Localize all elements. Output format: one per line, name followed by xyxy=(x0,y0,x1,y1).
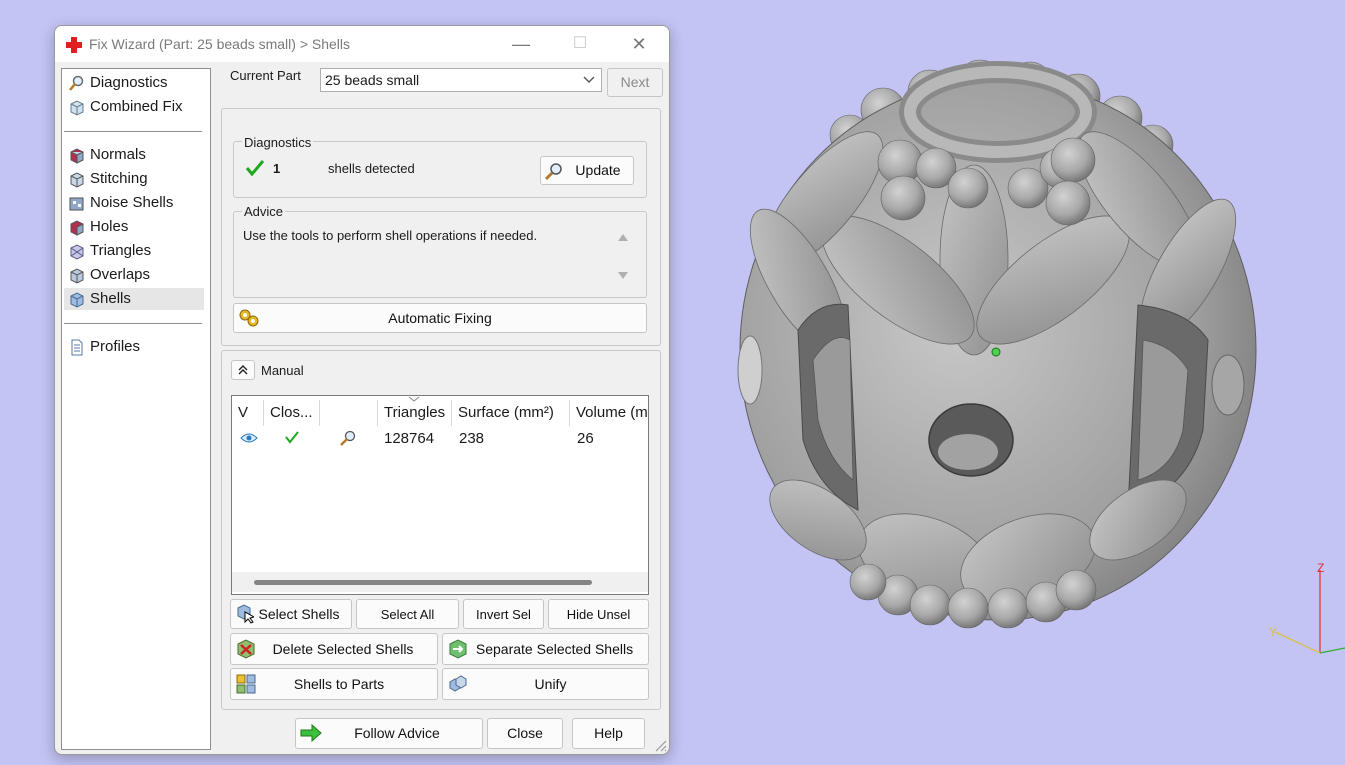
title-bar[interactable]: Fix Wizard (Part: 25 beads small) > Shel… xyxy=(55,26,669,62)
diagnostics-title: Diagnostics xyxy=(242,135,314,150)
cell-volume: 26 xyxy=(577,430,594,447)
unify-button[interactable]: Unify xyxy=(442,668,649,700)
follow-advice-button[interactable]: Follow Advice xyxy=(295,718,483,749)
sidebar-item-triangles[interactable]: Triangles xyxy=(64,240,204,262)
chevron-down-icon xyxy=(583,76,595,83)
sidebar-item-profiles[interactable]: Profiles xyxy=(64,336,204,358)
sidebar-item-holes[interactable]: Holes xyxy=(64,216,204,238)
column-header-detail[interactable] xyxy=(320,400,378,426)
maximize-button[interactable]: ☐ xyxy=(562,32,598,56)
column-header-closed[interactable]: Clos... xyxy=(264,400,320,426)
chevron-up-icon xyxy=(238,365,248,375)
separate-selected-shells-button[interactable]: Separate Selected Shells xyxy=(442,633,649,665)
magnifier-icon xyxy=(544,163,562,181)
sidebar-item-label: Normals xyxy=(90,146,146,163)
check-icon xyxy=(245,160,265,177)
red-cross-icon xyxy=(66,37,82,53)
noise-shells-icon xyxy=(69,197,84,211)
sidebar-item-noise-shells[interactable]: Noise Shells xyxy=(64,192,204,214)
delete-selected-shells-button[interactable]: Delete Selected Shells xyxy=(230,633,438,665)
document-icon xyxy=(71,339,83,356)
sort-indicator-icon xyxy=(408,396,420,402)
sidebar-item-combined-fix[interactable]: Combined Fix xyxy=(64,96,204,118)
column-header-surface[interactable]: Surface (mm²) xyxy=(452,400,570,426)
wizard-sidebar: Diagnostics Combined Fix Normals Stitchi… xyxy=(61,68,211,750)
overlaps-icon xyxy=(70,268,84,284)
shells-icon xyxy=(70,292,84,308)
shells-to-parts-button[interactable]: Shells to Parts xyxy=(230,668,438,700)
sidebar-item-label: Noise Shells xyxy=(90,194,174,211)
axis-gizmo: Z Y xyxy=(1269,561,1345,654)
column-header-volume[interactable]: Volume (m xyxy=(570,400,648,426)
current-part-value: 25 beads small xyxy=(325,72,420,88)
sidebar-item-label: Stitching xyxy=(90,170,148,187)
shells-table: V Clos... Triangles Surface (mm²) Volume… xyxy=(231,395,649,595)
sidebar-item-label: Diagnostics xyxy=(90,74,168,91)
column-header-visible[interactable]: V xyxy=(232,400,264,426)
resize-grip-icon[interactable] xyxy=(653,738,667,752)
diagnostics-status: shells detected xyxy=(328,161,415,176)
manual-title: Manual xyxy=(261,363,304,378)
minimize-button[interactable]: — xyxy=(503,32,539,56)
cell-triangles: 128764 xyxy=(384,430,435,447)
column-header-triangles[interactable]: Triangles xyxy=(378,400,452,426)
horizontal-scrollbar[interactable] xyxy=(232,572,648,592)
fix-wizard-window: Fix Wizard (Part: 25 beads small) > Shel… xyxy=(54,25,670,755)
normals-icon xyxy=(70,148,84,164)
sidebar-item-label: Overlaps xyxy=(90,266,151,283)
sidebar-item-diagnostics[interactable]: Diagnostics xyxy=(64,72,204,94)
bead-model[interactable] xyxy=(668,0,1345,765)
automatic-fixing-button[interactable]: Automatic Fixing xyxy=(233,303,647,333)
sidebar-item-label: Shells xyxy=(90,290,131,307)
viewport[interactable]: Z Y xyxy=(668,0,1345,765)
sidebar-divider xyxy=(64,131,202,132)
table-row[interactable]: 128764 238 26 xyxy=(232,426,648,450)
advice-title: Advice xyxy=(242,204,286,219)
triangles-icon xyxy=(70,244,84,260)
check-icon xyxy=(285,431,299,444)
close-button[interactable]: Close xyxy=(487,718,563,749)
sidebar-item-normals[interactable]: Normals xyxy=(64,144,204,166)
axis-label-y: Y xyxy=(1269,625,1277,639)
magnifier-icon[interactable] xyxy=(339,429,357,447)
sidebar-item-label: Triangles xyxy=(90,242,152,259)
magnifier-icon xyxy=(69,75,84,91)
selection-point xyxy=(991,347,1001,357)
sidebar-item-overlaps[interactable]: Overlaps xyxy=(64,264,204,286)
window-title: Fix Wizard (Part: 25 beads small) > Shel… xyxy=(89,36,351,52)
scrollbar-thumb[interactable] xyxy=(254,580,592,585)
eye-icon[interactable] xyxy=(240,432,258,444)
select-shells-button[interactable]: Select Shells xyxy=(230,599,352,629)
sidebar-item-label: Holes xyxy=(90,218,129,235)
axis-label-z: Z xyxy=(1317,561,1324,575)
current-part-select[interactable]: 25 beads small xyxy=(320,68,602,92)
collapse-manual-button[interactable] xyxy=(231,360,255,380)
advice-text: Use the tools to perform shell operation… xyxy=(243,228,599,286)
next-button[interactable]: Next xyxy=(607,68,663,97)
current-part-label: Current Part xyxy=(230,68,301,83)
holes-icon xyxy=(70,220,84,236)
sidebar-item-shells[interactable]: Shells xyxy=(64,288,204,310)
cube-icon xyxy=(70,100,84,116)
advice-scrollbar[interactable] xyxy=(613,228,633,286)
select-all-button[interactable]: Select All xyxy=(356,599,459,629)
update-button[interactable]: Update xyxy=(540,156,634,185)
close-window-button[interactable]: ✕ xyxy=(621,32,657,56)
shells-count: 1 xyxy=(273,161,281,176)
help-button[interactable]: Help xyxy=(572,718,645,749)
sidebar-item-stitching[interactable]: Stitching xyxy=(64,168,204,190)
hide-unselected-button[interactable]: Hide Unsel xyxy=(548,599,649,629)
sidebar-item-label: Combined Fix xyxy=(90,98,183,115)
stitching-icon xyxy=(70,172,84,188)
cell-surface: 238 xyxy=(459,430,485,447)
sidebar-item-label: Profiles xyxy=(90,338,141,355)
invert-selection-button[interactable]: Invert Sel xyxy=(463,599,544,629)
sidebar-divider xyxy=(64,323,202,324)
